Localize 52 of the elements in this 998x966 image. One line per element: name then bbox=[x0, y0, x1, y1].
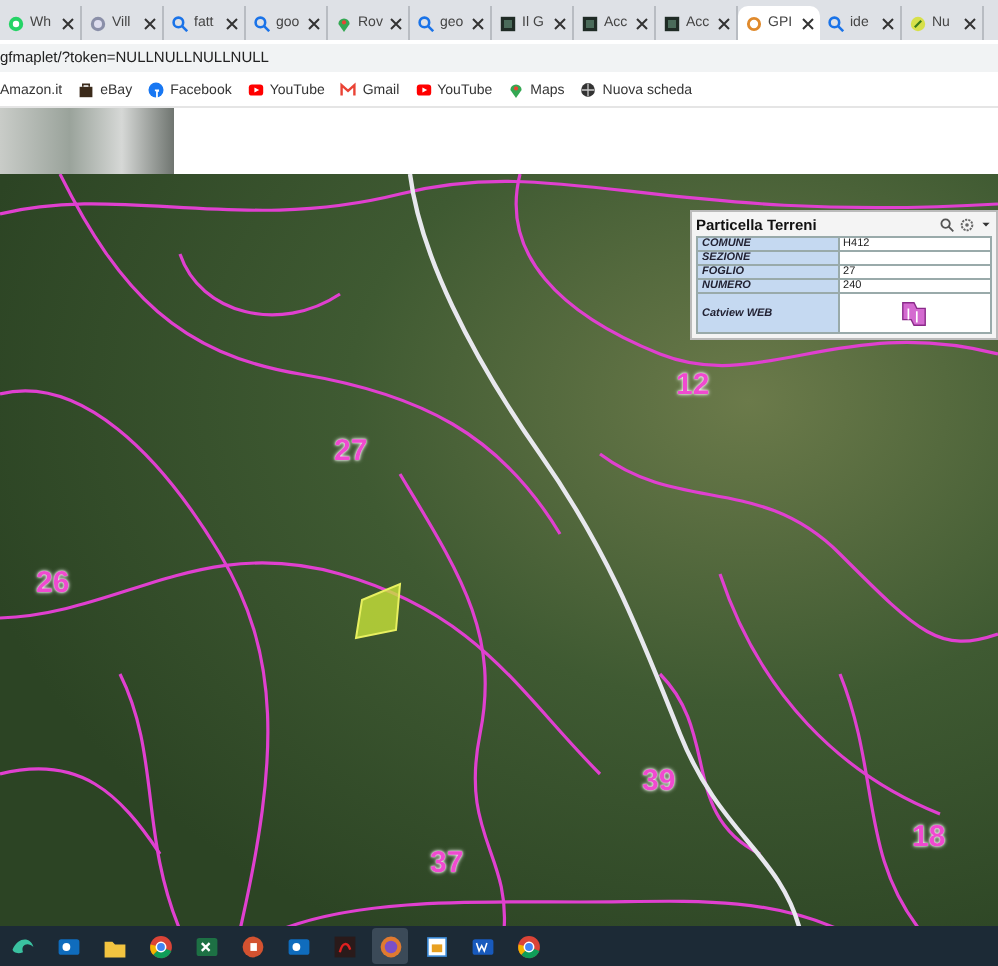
close-icon[interactable] bbox=[308, 17, 320, 29]
round-app-icon bbox=[147, 933, 173, 959]
mail-icon bbox=[55, 933, 81, 959]
slides-icon bbox=[239, 933, 265, 959]
parcel-number-label: 39 bbox=[642, 766, 676, 796]
close-icon[interactable] bbox=[718, 17, 730, 29]
parcel-number-label: 12 bbox=[676, 370, 710, 400]
globe-icon bbox=[580, 82, 597, 98]
close-icon[interactable] bbox=[802, 17, 814, 29]
close-icon[interactable] bbox=[390, 17, 402, 29]
close-icon[interactable] bbox=[554, 17, 566, 29]
close-icon[interactable] bbox=[964, 17, 976, 29]
play-icon bbox=[247, 82, 264, 98]
gear-icon bbox=[960, 217, 974, 231]
document-icon bbox=[331, 933, 357, 959]
spreadsheet-icon bbox=[193, 933, 219, 959]
close-icon[interactable] bbox=[472, 17, 484, 29]
search-icon bbox=[940, 217, 954, 231]
parcel-number-label: 18 bbox=[912, 822, 946, 852]
mail-icon bbox=[340, 82, 357, 98]
text-document-icon bbox=[469, 933, 495, 959]
circle-logo-icon bbox=[148, 82, 165, 98]
round-app-icon bbox=[515, 933, 541, 959]
cadastral-map-icon[interactable] bbox=[900, 299, 929, 327]
play-icon bbox=[415, 82, 432, 98]
close-icon[interactable] bbox=[62, 17, 74, 29]
parcel-number-label: 26 bbox=[36, 568, 70, 598]
bag-icon bbox=[78, 82, 95, 98]
circle-icon bbox=[90, 15, 106, 31]
ring-icon bbox=[746, 15, 762, 31]
close-icon[interactable] bbox=[636, 17, 648, 29]
search-icon bbox=[418, 15, 434, 31]
calendar-icon bbox=[423, 933, 449, 959]
dark-square-icon bbox=[582, 15, 598, 31]
close-icon[interactable] bbox=[226, 17, 238, 29]
chat-icon bbox=[8, 15, 24, 31]
search-icon bbox=[254, 15, 270, 31]
parcel-number-label: 37 bbox=[430, 848, 464, 878]
round-app-icon bbox=[377, 933, 403, 959]
dark-square-icon bbox=[664, 15, 680, 31]
search-icon bbox=[172, 15, 188, 31]
dark-square-icon bbox=[500, 15, 516, 31]
parcel-number-label: 27 bbox=[334, 436, 368, 466]
close-icon[interactable] bbox=[882, 17, 894, 29]
mail-icon bbox=[285, 933, 311, 959]
caret-icon bbox=[980, 218, 992, 230]
pin-icon bbox=[336, 15, 352, 31]
pin-icon bbox=[508, 82, 525, 98]
leaf-icon bbox=[910, 15, 926, 31]
close-icon[interactable] bbox=[144, 17, 156, 29]
search-icon bbox=[828, 15, 844, 31]
parcel-highlight bbox=[354, 582, 402, 640]
